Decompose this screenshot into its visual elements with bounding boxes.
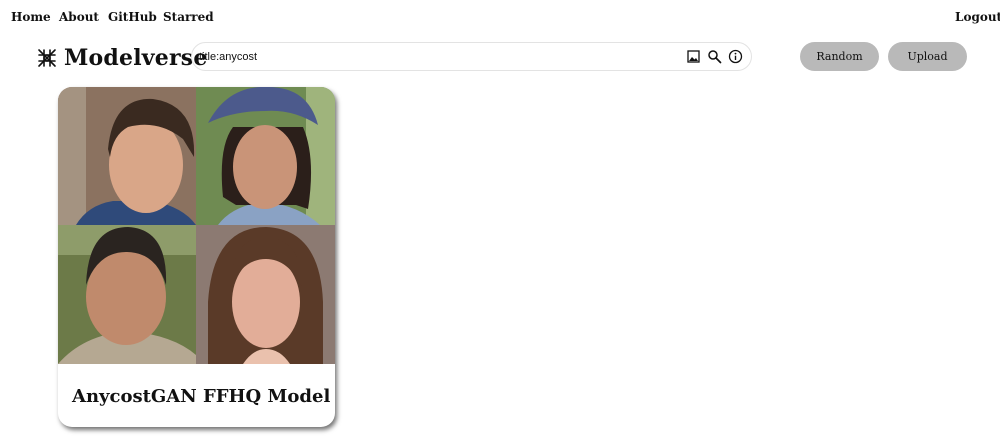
search-icon[interactable] (707, 49, 722, 64)
brand[interactable]: Modelverse (36, 44, 208, 72)
upload-button[interactable]: Upload (888, 42, 967, 71)
nav-home-link[interactable]: Home (11, 10, 51, 24)
nav-starred-link[interactable]: Starred (163, 10, 214, 24)
nav-logout-link[interactable]: Logout (955, 10, 1000, 24)
model-card[interactable]: AnycostGAN FFHQ Model ... (58, 87, 335, 427)
nav-about-link[interactable]: About (59, 10, 99, 24)
nav-github-link[interactable]: GitHub (108, 10, 157, 24)
image-search-icon[interactable] (686, 49, 701, 64)
brand-title: Modelverse (64, 45, 208, 71)
info-icon[interactable] (728, 49, 743, 64)
knot-logo-icon (36, 47, 58, 69)
random-button[interactable]: Random (800, 42, 879, 71)
model-thumbnail (58, 87, 335, 364)
search-input[interactable] (199, 50, 669, 63)
search-bar (191, 42, 752, 71)
model-card-title: AnycostGAN FFHQ Model ... (72, 386, 335, 407)
